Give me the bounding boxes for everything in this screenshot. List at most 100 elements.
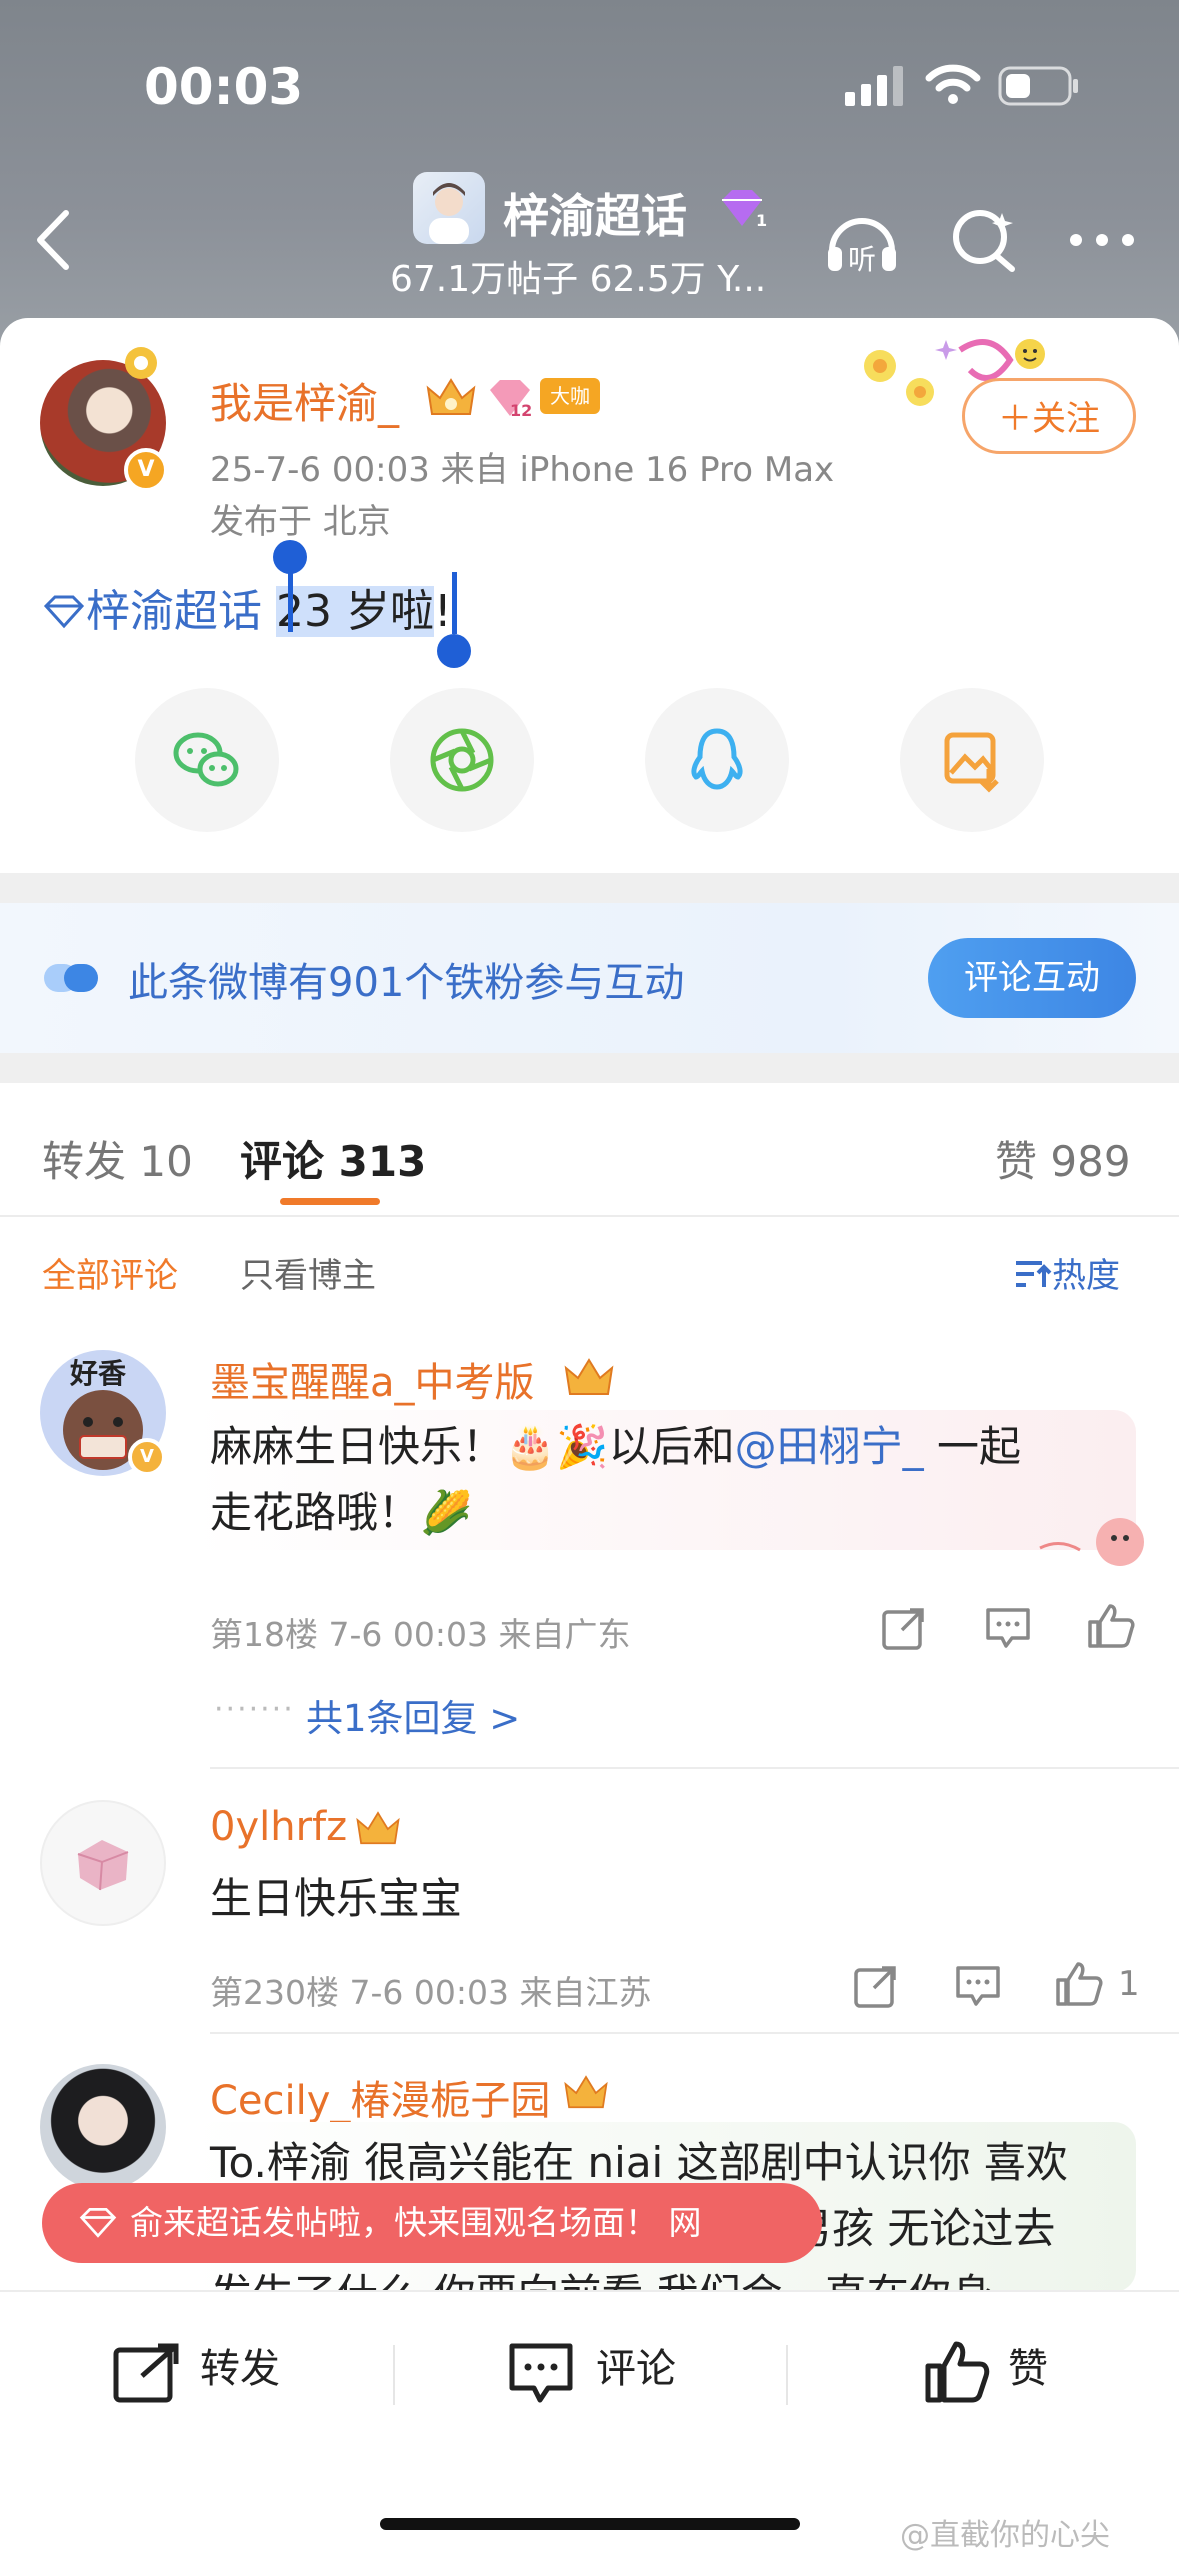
tab-likes-count: 989: [1050, 1137, 1131, 1186]
share-wechat-button[interactable]: [135, 688, 279, 832]
tab-likes[interactable]: 赞 989: [995, 1128, 1131, 1189]
comment-meta: 第230楼 7-6 00:03 来自江苏: [210, 1973, 652, 2012]
selection-start-bar: [288, 560, 293, 632]
repost-icon[interactable]: [112, 2342, 182, 2404]
diamond-level-icon: 1: [722, 190, 767, 230]
selection-end-handle[interactable]: [437, 634, 471, 668]
bubble-bunny-sticker: [1039, 1518, 1144, 1566]
supertopic-toast[interactable]: 俞来超话发帖啦，快来围观名场面！ 网: [42, 2183, 822, 2263]
like-count: 1: [1118, 1964, 1140, 2004]
crown-badge-icon: [564, 2075, 608, 2109]
avatar-caption: 好香: [70, 1357, 127, 1390]
share-moments-button[interactable]: [390, 688, 534, 832]
post-text[interactable]: 梓渝超话 23 岁啦!: [42, 575, 452, 639]
plus-icon: ＋: [998, 399, 1032, 439]
fan-interaction-icon: [44, 964, 98, 992]
commenter-name[interactable]: 0ylhrfz: [210, 1804, 347, 1850]
home-indicator: [380, 2518, 800, 2530]
battery-icon: [998, 66, 1078, 106]
comment-text[interactable]: 生日快乐宝宝: [210, 1866, 462, 1932]
moments-aperture-icon: [430, 728, 494, 792]
selection-end-bar: [452, 572, 457, 634]
like-comment-icon[interactable]: [1054, 1958, 1104, 2008]
comment-divider: [210, 1767, 1179, 1769]
reply-thread-dots: ·······: [214, 1692, 295, 1727]
cellular-signal-icon: [845, 66, 903, 106]
fan-level-badge-icon: 12: [490, 380, 532, 420]
iron-fan-text: 此条微博有901个铁粉参与互动: [128, 960, 685, 1006]
reply-comment-icon[interactable]: [954, 1962, 1002, 2010]
like-icon[interactable]: [924, 2338, 990, 2404]
reply-comment-icon[interactable]: [984, 1604, 1032, 1652]
big-v-level-badge: 大咖: [540, 378, 600, 414]
tab-likes-label: 赞: [995, 1137, 1038, 1186]
tab-repost[interactable]: 转发 10: [42, 1128, 193, 1189]
section-separator: [0, 1053, 1179, 1083]
topic-avatar[interactable]: [413, 172, 485, 244]
supertopic-diamond-icon: [43, 595, 85, 629]
comment-text-line2: 走花路哦！🌽: [210, 1488, 473, 1537]
commenter-name[interactable]: Cecily_椿漫栀子园: [210, 2068, 550, 2126]
search-icon[interactable]: [950, 205, 1020, 275]
wifi-icon: [925, 64, 981, 104]
svg-text:1: 1: [756, 211, 767, 230]
wechat-icon: [173, 732, 239, 787]
filter-author-only[interactable]: 只看博主: [240, 1248, 376, 1297]
post-timestamp-source: 25-7-6 00:03 来自 iPhone 16 Pro Max: [210, 450, 835, 490]
topic-tag-link[interactable]: 梓渝超话: [86, 586, 262, 637]
tab-repost-label: 转发: [42, 1137, 127, 1186]
sort-icon: [1016, 1261, 1052, 1287]
verified-badge-icon: V: [124, 448, 168, 492]
like-button[interactable]: 赞: [1008, 2336, 1048, 2394]
active-tab-indicator: [280, 1198, 380, 1205]
share-qq-button[interactable]: [645, 688, 789, 832]
follow-label: 关注: [1032, 399, 1100, 439]
toast-diamond-icon: [79, 2208, 117, 2238]
comment-icon[interactable]: [508, 2342, 574, 2406]
comment-text[interactable]: 麻麻生日快乐！🎂🎉以后和@田栩宁_ 一起 走花路哦！🌽: [210, 1414, 1021, 1546]
bottom-bar-separator: [393, 2345, 395, 2405]
crown-badge-icon: [356, 1811, 400, 1845]
commenter-name[interactable]: 墨宝醒醒a_中考版: [210, 1350, 535, 1408]
save-image-button[interactable]: [900, 688, 1044, 832]
comment-interact-button[interactable]: 评论互动: [928, 938, 1136, 1018]
watermark-text: @直截你的心尖: [900, 2518, 1110, 2553]
tab-comments[interactable]: 评论 313: [240, 1128, 426, 1189]
comment-divider: [210, 2032, 1179, 2034]
repost-button[interactable]: 转发: [200, 2336, 280, 2394]
repost-comment-icon[interactable]: [880, 1604, 928, 1652]
svg-text:12: 12: [510, 401, 532, 420]
commenter-avatar[interactable]: [40, 1800, 166, 1926]
like-comment-icon[interactable]: [1086, 1600, 1136, 1650]
comment-meta: 第18楼 7-6 00:03 来自广东: [210, 1615, 631, 1654]
commenter-avatar[interactable]: [40, 2064, 166, 2190]
avatar-pendant-icon: [125, 347, 157, 379]
author-name[interactable]: 我是梓渝_: [210, 370, 399, 431]
qq-penguin-icon: [691, 728, 743, 790]
tab-comments-label: 评论: [240, 1137, 325, 1186]
comment-text-line1: 麻麻生日快乐！🎂🎉以后和: [210, 1422, 735, 1471]
mention-link[interactable]: @田栩宁_: [735, 1422, 924, 1471]
sort-label: 热度: [1052, 1256, 1120, 1296]
comment-button[interactable]: 评论: [596, 2336, 676, 2394]
filter-all-comments[interactable]: 全部评论: [42, 1248, 178, 1297]
tabs-divider: [0, 1215, 1179, 1217]
comment-text-line1: To.梓渝 很高兴能在 niai 这部剧中认识你 喜欢: [210, 2138, 1068, 2187]
listen-headphone-icon[interactable]: 听: [822, 205, 902, 275]
view-replies-link[interactable]: 共1条回复 >: [306, 1688, 520, 1742]
tab-repost-count: 10: [139, 1137, 193, 1186]
topic-title[interactable]: 梓渝超话: [503, 180, 687, 246]
save-image-icon: [944, 732, 999, 793]
comment-text-line1-end: 一起: [923, 1422, 1021, 1471]
commenter-verified-icon: V: [128, 1438, 166, 1476]
back-arrow-icon[interactable]: [30, 205, 80, 275]
tab-comments-count: 313: [338, 1137, 427, 1186]
follow-button[interactable]: ＋关注: [962, 378, 1136, 454]
post-text-end: !: [433, 586, 452, 637]
sort-hot-button[interactable]: 热度: [1012, 1248, 1120, 1297]
selected-text: 23 岁啦: [276, 586, 434, 637]
crown-badge-icon: [426, 378, 476, 415]
repost-comment-icon[interactable]: [852, 1962, 900, 2010]
more-options-icon[interactable]: [1068, 230, 1136, 250]
comment-text-line2: 男孩 无论过去: [790, 2204, 1056, 2253]
